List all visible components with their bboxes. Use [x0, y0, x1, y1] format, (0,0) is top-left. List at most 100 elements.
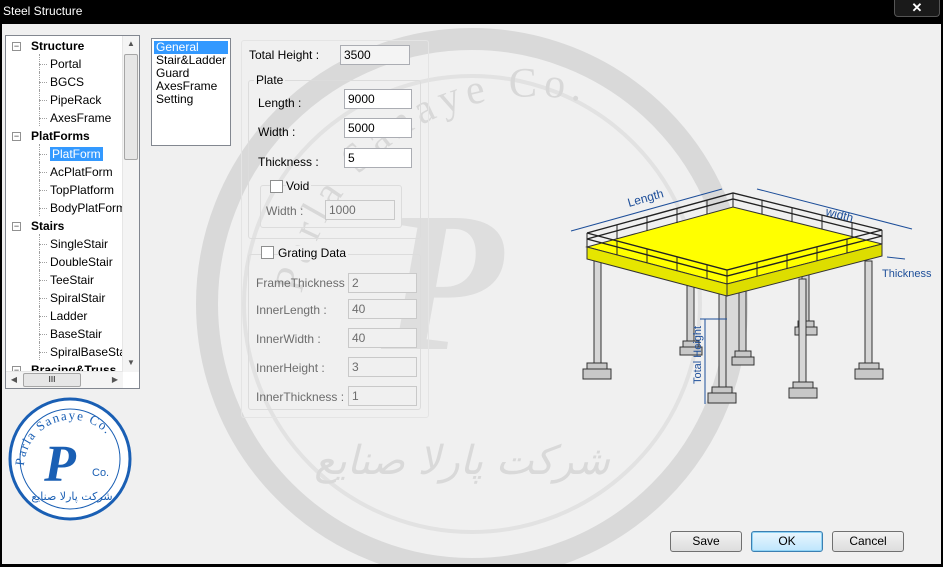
total-height-input[interactable]: [340, 45, 410, 65]
tree-item[interactable]: DoubleStair: [50, 254, 113, 270]
tree-item[interactable]: AcPlatForm: [50, 164, 113, 180]
diagram-thickness-label: Thickness: [882, 268, 932, 280]
void-width-label: Width :: [266, 204, 304, 218]
collapse-icon[interactable]: −: [12, 132, 21, 141]
inner-length-input[interactable]: [348, 299, 417, 319]
tree-vertical-scrollbar[interactable]: ▲ ▼: [122, 36, 139, 372]
tree-connector: [39, 352, 47, 353]
thickness-input[interactable]: [344, 148, 412, 168]
tree-item[interactable]: TopPlatform: [50, 182, 114, 198]
tree-connector: [39, 288, 40, 306]
tree-connector: [39, 280, 47, 281]
tree-item-label: Portal: [50, 57, 82, 71]
tree-connector: [39, 306, 40, 324]
tree-item-label: PlatForms: [31, 129, 90, 143]
logo-text-fa: شرکت پارلا صنایع: [31, 490, 112, 503]
tree-connector: [39, 162, 40, 180]
tree-connector: [39, 208, 47, 209]
cancel-button[interactable]: Cancel: [832, 531, 904, 552]
logo-mark-suffix: Co.: [92, 467, 109, 479]
tree-connector: [39, 252, 40, 270]
tree-item[interactable]: PipeRack: [50, 92, 101, 108]
tree-item[interactable]: AxesFrame: [50, 110, 111, 126]
company-logo: Parla Sanaye Co. P Co. شرکت پارلا صنایع: [8, 397, 132, 521]
tree-item-label: TopPlatform: [50, 183, 115, 197]
tree-connector: [39, 118, 47, 119]
component-tree[interactable]: − Structure Portal BGCS PipeRack AxesFrame − Pl…: [5, 35, 140, 389]
tree-connector: [39, 64, 47, 65]
void-checkbox[interactable]: [270, 180, 283, 193]
tree-item[interactable]: BaseStair: [50, 326, 102, 342]
tree-item-label: Ladder: [50, 309, 88, 323]
logo-mark: P: [43, 436, 77, 493]
tree-item-label: AcPlatForm: [50, 165, 113, 179]
tree-horizontal-scrollbar[interactable]: ◀ III ▶: [6, 371, 123, 388]
tree-item[interactable]: Ladder: [50, 308, 87, 324]
tree-connector: [39, 90, 40, 108]
inner-width-label: InnerWidth :: [256, 332, 321, 346]
tree-connector: [39, 190, 47, 191]
tree-category[interactable]: Structure: [31, 38, 84, 54]
tree-item[interactable]: SpiralStair: [50, 290, 105, 306]
tree-item-label: SpiralStair: [50, 291, 106, 305]
thickness-label: Thickness :: [258, 155, 319, 169]
diagram-total-height-label: Total Height: [692, 326, 704, 384]
tree-connector: [39, 198, 40, 216]
list-item-setting[interactable]: Setting: [154, 93, 228, 106]
close-button[interactable]: ✕: [894, 0, 940, 17]
settings-category-list[interactable]: General Stair&Ladder Guard AxesFrame Set…: [151, 38, 231, 146]
tree-connector: [39, 342, 40, 360]
inner-height-input[interactable]: [348, 357, 417, 377]
title-bar: Steel Structure ✕: [0, 0, 943, 24]
tree-connector: [39, 180, 40, 198]
tree-connector: [39, 234, 40, 252]
width-input[interactable]: [344, 118, 412, 138]
tree-item[interactable]: Portal: [50, 56, 81, 72]
tree-item-label: SpiralBaseStair: [50, 345, 133, 359]
tree-item[interactable]: SingleStair: [50, 236, 108, 252]
scroll-left-icon[interactable]: ◀: [6, 375, 22, 384]
tree-connector: [39, 108, 40, 126]
grating-checkbox[interactable]: [261, 246, 274, 259]
tree-category[interactable]: PlatForms: [31, 128, 90, 144]
close-icon: ✕: [911, 0, 923, 15]
void-width-input[interactable]: [325, 200, 395, 220]
tree-item-label: PlatForm: [50, 147, 103, 161]
scroll-down-icon[interactable]: ▼: [123, 358, 139, 367]
inner-length-label: InnerLength :: [256, 303, 327, 317]
window-title: Steel Structure: [3, 4, 83, 18]
tree-connector: [39, 154, 47, 155]
tree-item-label: AxesFrame: [50, 111, 112, 125]
frame-thickness-label: FrameThickness :: [256, 276, 352, 290]
tree-connector: [39, 144, 40, 162]
total-height-label: Total Height :: [249, 48, 320, 62]
collapse-icon[interactable]: −: [12, 42, 21, 51]
platform-diagram: Length width Thickness Total Height: [570, 186, 932, 404]
scroll-right-icon[interactable]: ▶: [107, 375, 123, 384]
inner-width-input[interactable]: [348, 328, 417, 348]
collapse-icon[interactable]: −: [12, 222, 21, 231]
steel-structure-window: Steel Structure ✕ Parla Sanaye Co. شرکت …: [0, 0, 943, 567]
tree-horizontal-thumb[interactable]: III: [23, 373, 81, 387]
scroll-up-icon[interactable]: ▲: [123, 39, 139, 48]
tree-connector: [39, 244, 47, 245]
tree-connector: [39, 100, 47, 101]
tree-category[interactable]: Stairs: [31, 218, 64, 234]
tree-connector: [39, 72, 40, 90]
length-input[interactable]: [344, 89, 412, 109]
tree-vertical-thumb[interactable]: [124, 54, 138, 160]
plate-group-label: Plate: [254, 73, 286, 87]
tree-item[interactable]: PlatForm: [50, 146, 103, 162]
tree-item-label: TeeStair: [50, 273, 95, 287]
tree-item[interactable]: BodyPlatForm: [50, 200, 126, 216]
tree-item[interactable]: BGCS: [50, 74, 84, 90]
watermark-text-fa: شرکت پارلا صنایع: [314, 438, 610, 484]
tree-item[interactable]: SpiralBaseStair: [50, 344, 133, 360]
tree-item-label: Structure: [31, 39, 85, 53]
inner-thickness-input[interactable]: [348, 386, 417, 406]
frame-thickness-input[interactable]: [348, 273, 417, 293]
tree-item-label: SingleStair: [50, 237, 109, 251]
tree-item[interactable]: TeeStair: [50, 272, 94, 288]
save-button[interactable]: Save: [670, 531, 742, 552]
ok-button[interactable]: OK: [751, 531, 823, 552]
